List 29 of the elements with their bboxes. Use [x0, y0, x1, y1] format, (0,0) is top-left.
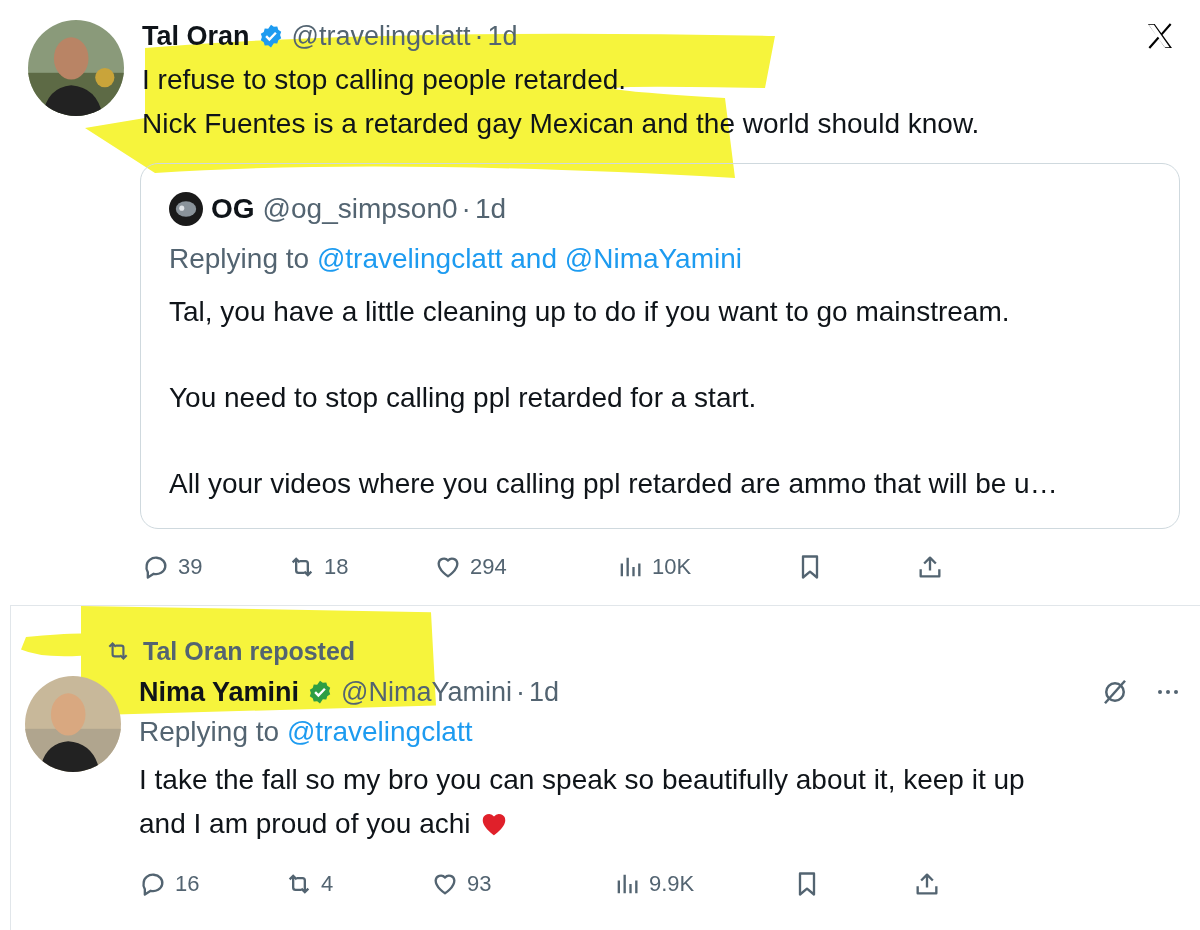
author-handle[interactable]: @og_simpson0	[262, 193, 458, 225]
post-text: and I am proud of you achi	[139, 802, 1184, 846]
author-name[interactable]: Nima Yamini	[139, 676, 300, 708]
views-button[interactable]: 10K	[616, 553, 796, 581]
views-button[interactable]: 9.9K	[613, 870, 793, 898]
separator-dot: ·	[474, 20, 484, 52]
quoted-post-text: You need to stop calling ppl retarded for a start.	[169, 381, 758, 415]
reply-button[interactable]: 16	[139, 870, 285, 898]
author-name[interactable]: OG	[211, 193, 255, 225]
repost-button[interactable]: 4	[285, 870, 431, 898]
separator-dot: ·	[516, 676, 526, 708]
quoted-post-text: Tal, you have a little cleaning up to do if you want to go mainstream.	[169, 295, 1011, 329]
avatar[interactable]	[169, 192, 203, 226]
reply-button[interactable]: 39	[142, 553, 288, 581]
replying-to-text: Replying to @travelingclatt and @NimaYamini	[169, 242, 744, 276]
like-button[interactable]: 93	[431, 870, 613, 898]
post-text: I refuse to stop calling people retarded.	[142, 63, 628, 97]
like-button[interactable]: 294	[434, 553, 616, 581]
post-time[interactable]: 1d	[529, 676, 560, 708]
more-icon[interactable]	[1156, 688, 1180, 696]
post-text: I take the fall so my bro you can speak so beautifully about it, keep it up	[139, 763, 1026, 797]
quoted-post-text: All your videos where you calling ppl retarded are ammo that will be u…	[169, 467, 1059, 501]
post-time[interactable]: 1d	[474, 193, 507, 225]
author-name[interactable]: Tal Oran	[142, 20, 250, 52]
separator-dot: ·	[461, 193, 471, 225]
repost-label: Tal Oran reposted	[143, 636, 356, 666]
quoted-post-card[interactable]	[140, 163, 1180, 529]
replying-to-text: Replying to @travelingclatt	[139, 715, 474, 749]
repost-button[interactable]: 18	[288, 553, 434, 581]
